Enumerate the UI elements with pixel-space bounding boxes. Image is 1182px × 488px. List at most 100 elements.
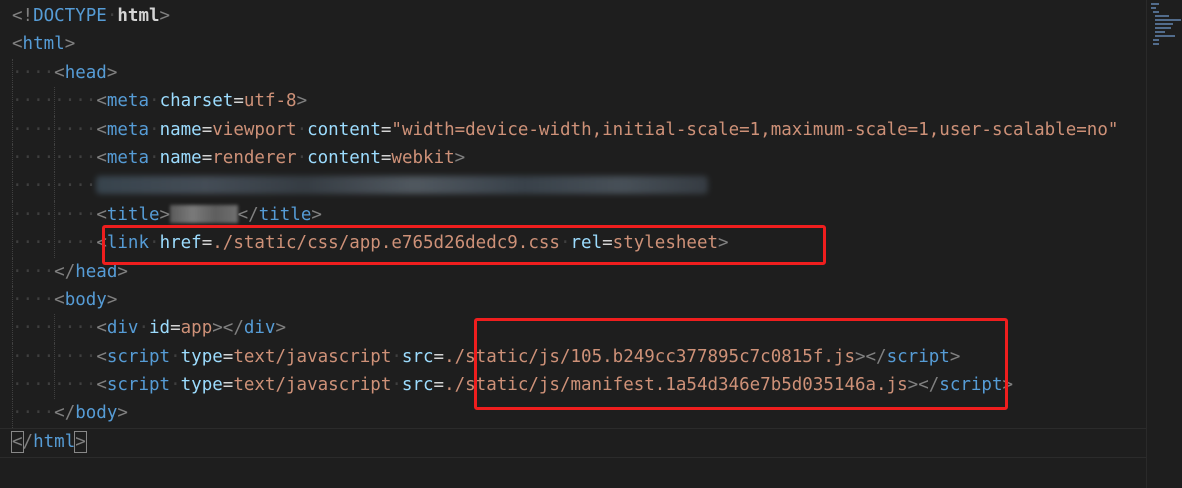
code-token-tag: script (886, 346, 950, 367)
code-token-tag: link (106, 233, 150, 254)
indent-guide (12, 200, 13, 230)
code-token-attr: type (180, 375, 223, 396)
code-token-tag: meta (106, 147, 150, 168)
code-token-attr: content (307, 147, 381, 168)
code-token-val: text/javascript (233, 346, 392, 367)
code-token-tag: div (106, 318, 139, 339)
code-token-attr: src (401, 375, 434, 396)
code-token-ws: · (559, 233, 571, 254)
code-token-text: = (380, 119, 392, 140)
code-token-kw: html (117, 6, 160, 26)
whitespace-marker: ···· (12, 62, 55, 83)
code-token-val: ./static/js/manifest.1a54d346e7b5d035146… (444, 375, 908, 396)
code-token-attr: charset (159, 91, 234, 112)
code-token-text: = (201, 147, 213, 168)
code-token-text: = (201, 119, 213, 140)
code-token-punc: > (159, 6, 171, 26)
code-token-tag: script (106, 375, 171, 396)
code-token-text: = (233, 91, 244, 112)
code-token-val: viewport (212, 119, 297, 140)
whitespace-marker: ···· (12, 289, 55, 310)
indent-guide (54, 229, 56, 258)
code-line: ···· ····<title> </title> (12, 200, 1146, 230)
minimap[interactable] (1146, 0, 1182, 488)
code-token-val: utf-8 (243, 91, 297, 112)
code-token-val: app (180, 318, 213, 339)
indent-guide (12, 115, 13, 144)
code-line: ····<head> (12, 58, 1146, 88)
code-line: ···· ····<meta·charset=utf-8> (12, 87, 1146, 116)
code-line: ···· ····<meta·name=viewport·content="wid… (12, 115, 1146, 144)
code-token-text: = (433, 375, 445, 396)
whitespace-marker: ···· (12, 119, 55, 140)
code-line: ····<body> (12, 285, 1146, 315)
code-token-punc: ></ (907, 375, 940, 396)
code-token-attr: name (159, 147, 202, 168)
whitespace-marker: ···· (12, 233, 55, 254)
code-token-text: = (602, 233, 613, 254)
code-token-tag: meta (106, 91, 150, 112)
code-token-punc: <! (12, 6, 34, 26)
whitespace-marker: ···· (54, 233, 97, 254)
redacted-line (96, 176, 709, 195)
indent-guide (54, 87, 56, 116)
code-token-punc: < (96, 318, 107, 339)
code-token-punc: </ (237, 204, 259, 225)
code-token-tag: script (939, 375, 1003, 396)
code-token-punc: < (11, 430, 24, 453)
indent-guide (12, 87, 13, 116)
code-line: ····</body> (12, 399, 1146, 428)
whitespace-marker: ···· (54, 91, 97, 112)
code-token-punc: </ (54, 261, 76, 282)
code-token-tag: body (64, 289, 107, 310)
code-token-ws: · (391, 346, 402, 367)
indent-guide (12, 229, 13, 258)
whitespace-marker: ···· (12, 176, 55, 197)
code-line: </html> (11, 428, 1146, 456)
code-token-punc: ></ (854, 346, 887, 367)
code-token-punc: < (54, 289, 65, 310)
whitespace-marker: ···· (12, 375, 55, 396)
indent-guide (12, 143, 13, 173)
code-token-tag: script (106, 346, 171, 367)
indent-guide (54, 342, 56, 372)
code-line: <html> (12, 30, 1146, 58)
code-token-text: = (170, 318, 181, 339)
whitespace-marker: ···· (54, 147, 97, 168)
code-token-attr: rel (570, 233, 603, 254)
code-token-tag: meta (106, 119, 150, 140)
code-editor[interactable]: <!DOCTYPE·html> <html> ····<head> ···· ····<… (0, 0, 1146, 488)
code-token-attr: type (180, 346, 223, 367)
code-token-punc: > (296, 91, 308, 112)
code-token-punc: > (106, 62, 118, 83)
code-token-punc: > (718, 233, 729, 254)
code-token-ws: · (149, 147, 160, 168)
code-token-tag: head (75, 261, 118, 282)
code-token-ws: · (391, 375, 402, 396)
whitespace-marker: ···· (54, 346, 97, 367)
code-token-text: = (380, 147, 392, 168)
code-token-tag: div (243, 318, 276, 339)
code-token-ws: · (170, 375, 181, 396)
code-token-ws: · (149, 91, 160, 112)
indent-guide (54, 371, 56, 400)
code-token-attr: content (307, 119, 381, 140)
code-token-ws: · (138, 318, 150, 339)
code-token-ws: · (296, 119, 308, 140)
whitespace-marker: ···· (12, 91, 55, 112)
code-token-punc: > (106, 289, 118, 310)
whitespace-marker: ···· (54, 176, 97, 197)
code-token-punc: < (96, 346, 107, 367)
code-token-punc: > (275, 318, 287, 339)
code-token-punc: > (454, 147, 466, 168)
code-line: ···· ····<script·type=text/javascript·src… (12, 342, 1146, 372)
code-token-tag: html (22, 34, 65, 55)
code-token-punc: > (311, 204, 322, 225)
whitespace-marker: ···· (12, 261, 55, 282)
code-token-ws: · (296, 147, 308, 168)
code-token-punc: < (96, 119, 107, 140)
code-token-attr: name (159, 119, 202, 140)
whitespace-marker: ···· (12, 318, 55, 339)
whitespace-marker: ···· (12, 147, 55, 168)
code-token-val: ./static/js/105.b249cc377895c7c0815f.js (444, 346, 855, 367)
